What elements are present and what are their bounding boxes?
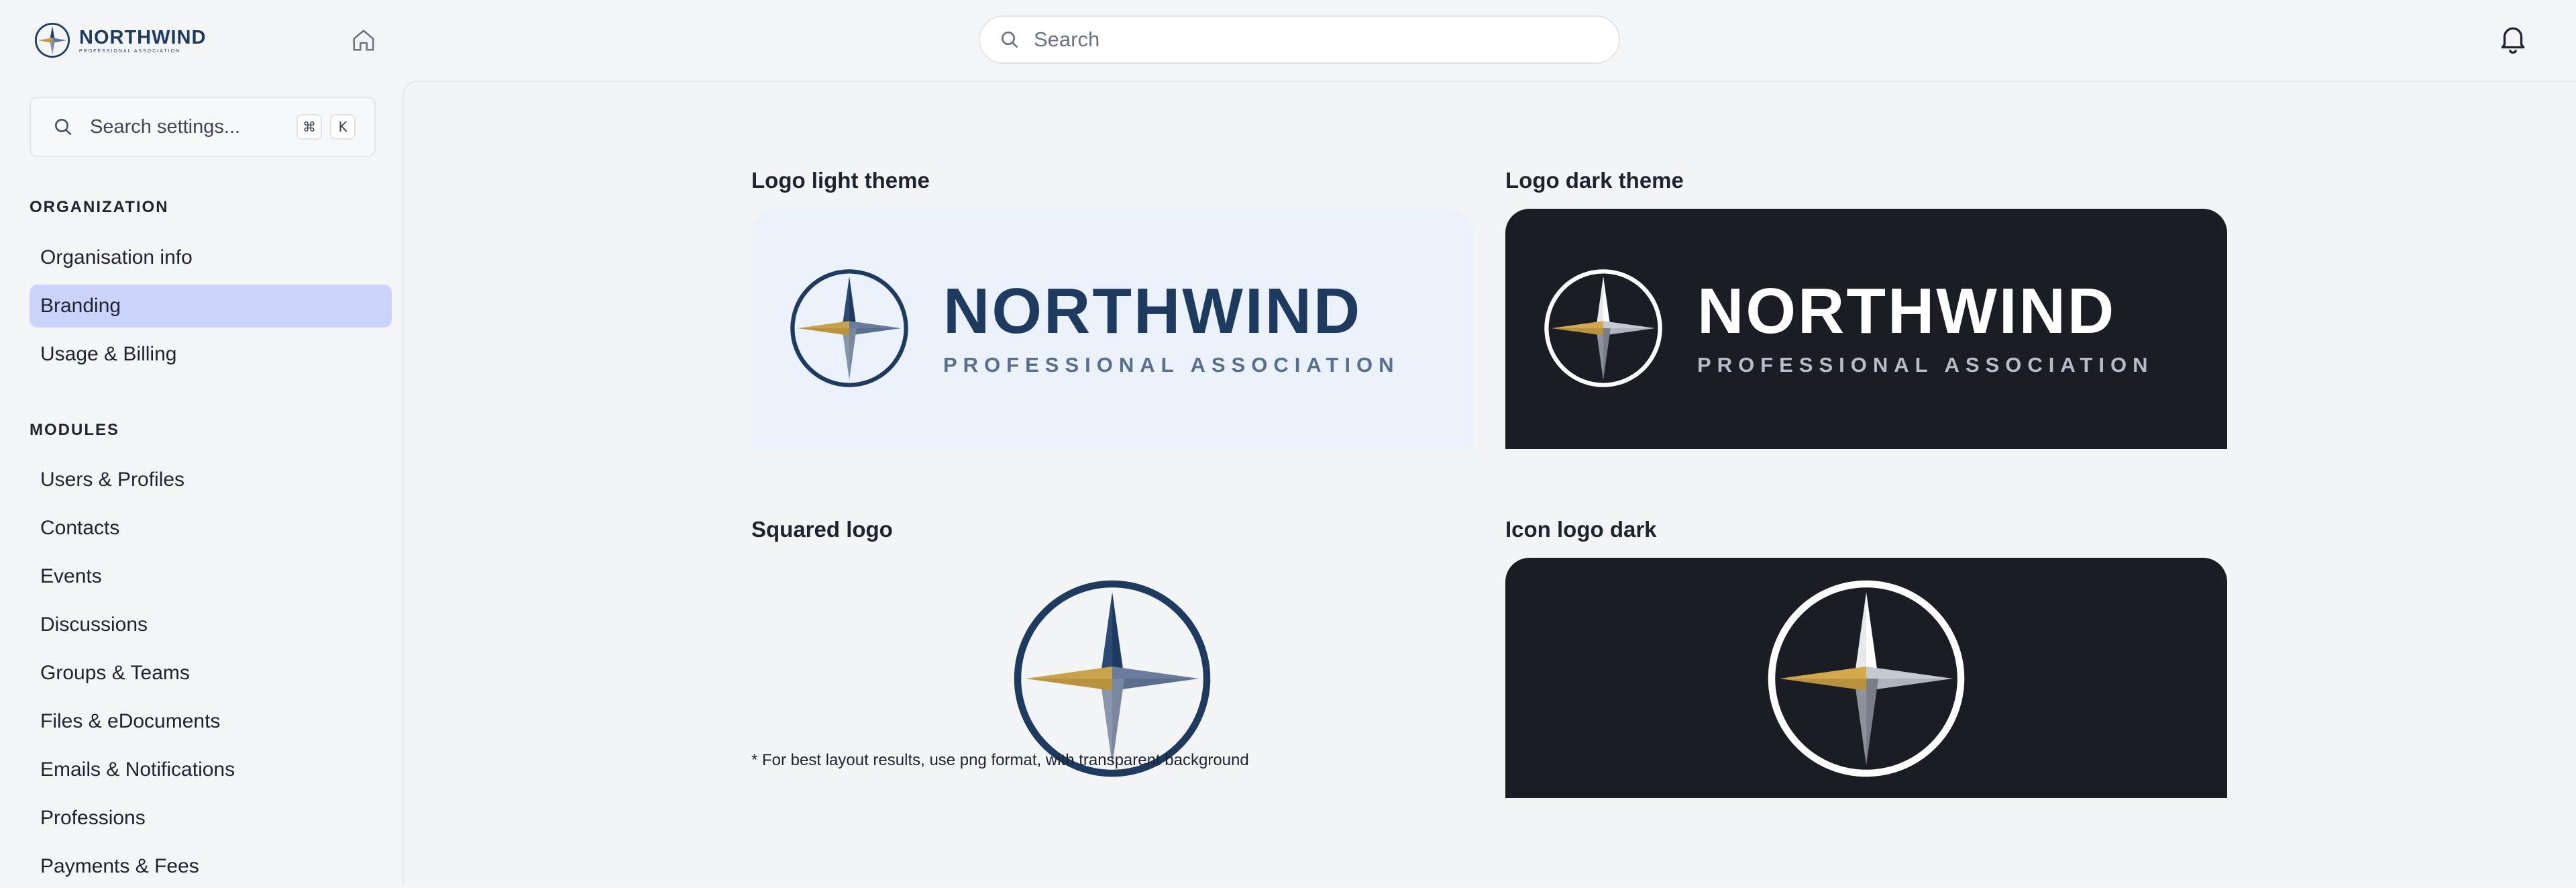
sidebar-item-usage-billing[interactable]: Usage & Billing — [30, 333, 392, 376]
logo-light-tagline: PROFESSIONAL ASSOCIATION — [943, 353, 1400, 377]
section-title-organization: ORGANIZATION — [30, 198, 169, 216]
branding-panel — [402, 81, 2576, 886]
bell-icon — [2501, 27, 2525, 54]
logo-dark-name: NORTHWIND — [1697, 275, 2116, 347]
shortcut-k-key: K — [330, 114, 356, 140]
brand-tagline: PROFESSIONAL ASSOCIATION — [79, 48, 181, 54]
sidebar-item-payments-fees[interactable]: Payments & Fees — [30, 845, 392, 888]
logo-light-name: NORTHWIND — [943, 275, 1362, 347]
global-search-input[interactable] — [1032, 27, 1585, 52]
squared-logo-title: Squared logo — [751, 517, 893, 542]
search-icon — [55, 119, 71, 135]
logo-light-title: Logo light theme — [751, 168, 930, 193]
sidebar-item-discussions[interactable]: Discussions — [30, 603, 392, 646]
icon-logo-dark-preview[interactable] — [1505, 558, 2227, 798]
brand-name: NORTHWIND — [79, 26, 207, 48]
compass-star-logo-icon — [1014, 580, 1211, 777]
settings-search-input[interactable] — [89, 115, 286, 139]
sidebar-item-events[interactable]: Events — [30, 555, 392, 598]
home-icon — [353, 30, 374, 51]
notifications-button[interactable] — [2494, 20, 2532, 58]
section-title-modules: MODULES — [30, 421, 119, 439]
settings-sidebar: ⌘ K ORGANIZATION Organisation info Brand… — [0, 81, 402, 886]
sidebar-item-branding[interactable]: Branding — [30, 285, 392, 328]
compass-star-logo-icon — [1768, 580, 1965, 777]
settings-search[interactable]: ⌘ K — [30, 97, 376, 157]
global-search[interactable] — [979, 15, 1620, 64]
sidebar-item-emails-notifications[interactable]: Emails & Notifications — [30, 748, 392, 791]
logo-dark-tagline: PROFESSIONAL ASSOCIATION — [1697, 353, 2154, 377]
search-icon — [1002, 32, 1018, 48]
logo-light-preview[interactable]: NORTHWIND PROFESSIONAL ASSOCIATION — [751, 209, 1473, 449]
sidebar-item-groups-teams[interactable]: Groups & Teams — [30, 652, 392, 695]
logo-dark-preview[interactable]: NORTHWIND PROFESSIONAL ASSOCIATION — [1505, 209, 2227, 449]
logo-dark-title: Logo dark theme — [1505, 168, 1684, 193]
compass-star-logo-icon — [1544, 269, 1662, 387]
home-button[interactable] — [349, 26, 378, 55]
compass-star-logo-icon — [34, 22, 70, 58]
icon-logo-dark-title: Icon logo dark — [1505, 517, 1657, 542]
shortcut-cmd-key: ⌘ — [297, 114, 322, 140]
top-bar: NORTHWIND PROFESSIONAL ASSOCIATION — [0, 0, 2576, 81]
sidebar-item-files-edocuments[interactable]: Files & eDocuments — [30, 700, 392, 743]
sidebar-item-organisation-info[interactable]: Organisation info — [30, 236, 392, 279]
brand-logo[interactable]: NORTHWIND PROFESSIONAL ASSOCIATION — [34, 20, 206, 60]
sidebar-item-contacts[interactable]: Contacts — [30, 507, 392, 550]
compass-star-logo-icon — [790, 269, 908, 387]
format-hint: * For best layout results, use png forma… — [751, 751, 1249, 769]
sidebar-item-users-profiles[interactable]: Users & Profiles — [30, 458, 392, 501]
sidebar-item-professions[interactable]: Professions — [30, 797, 392, 840]
